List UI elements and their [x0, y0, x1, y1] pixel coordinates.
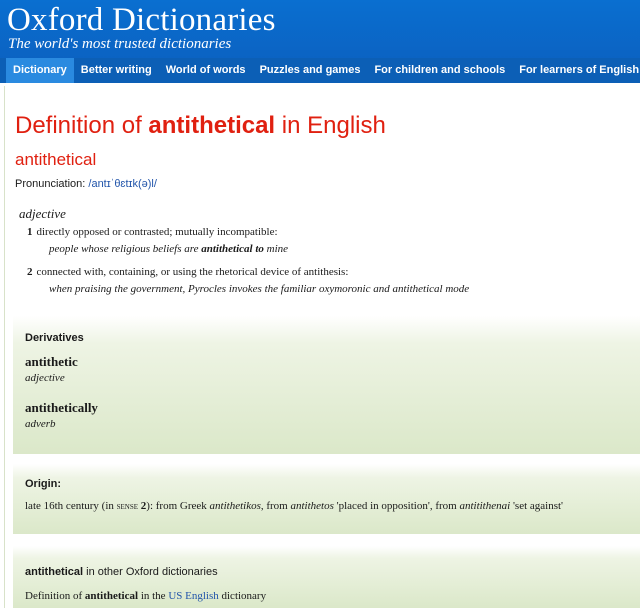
title-prefix: Definition of	[15, 112, 149, 139]
example-text: people whose religious beliefs are	[49, 243, 202, 255]
other-heading-word: antithetical	[25, 566, 84, 578]
origin-term: antitithenai	[459, 500, 511, 512]
sense-definition: directly opposed or contrasted; mutually…	[36, 226, 278, 238]
sense-1: 1 directly opposed or contrasted; mutuall…	[27, 226, 278, 238]
other-line-text: dictionary	[218, 590, 267, 602]
origin-term: antithetikos	[209, 500, 261, 512]
sense-2: 2 connected with, containing, or using th…	[27, 266, 348, 278]
derivative-word: antithetically	[25, 400, 98, 415]
origin-part: 'placed in opposition', from	[333, 500, 460, 512]
pronunciation: Pronunciation: /antɪˈθɛtɪk(ə)l/	[15, 178, 157, 190]
origin-heading: Origin:	[25, 478, 62, 490]
other-heading-rest: in other Oxford dictionaries	[83, 566, 218, 578]
origin-term: antithetos	[290, 500, 334, 512]
sense-2-example: when praising the government, Pyrocles i…	[49, 283, 469, 295]
entry-content: Definition of antithetical in English an…	[4, 86, 640, 608]
nav-puzzles-and-games[interactable]: Puzzles and games	[253, 58, 368, 83]
site-tagline: The world's most trusted dictionaries	[8, 36, 232, 52]
pronunciation-ipa[interactable]: /antɪˈθɛtɪk(ə)l/	[88, 178, 157, 190]
headword: antithetical	[15, 150, 97, 169]
origin-text: late 16th century (in sense 2): from Gre…	[25, 500, 563, 512]
masthead: Oxford Dictionaries The world's most tru…	[0, 0, 640, 58]
example-text: when praising the government, Pyrocles i…	[49, 283, 470, 295]
origin-panel: Origin: late 16th century (in sense 2): …	[13, 464, 640, 534]
derivative-pos: adverb	[25, 418, 56, 430]
origin-part: late 16th century (in	[25, 500, 117, 512]
other-line-text: Definition of	[25, 590, 85, 602]
origin-part: sense	[116, 501, 139, 512]
sense-definition: connected with, containing, or using the…	[36, 266, 349, 278]
example-text: mine	[263, 243, 289, 255]
derivatives-heading: Derivatives	[25, 332, 84, 344]
origin-part: ): from Greek	[146, 500, 210, 512]
derivatives-panel: Derivatives antithetic adjective antithe…	[13, 316, 640, 454]
derivative-pos: adjective	[25, 372, 65, 384]
nav-learners-of-english[interactable]: For learners of English	[512, 58, 640, 83]
nav-better-writing[interactable]: Better writing	[74, 58, 159, 83]
us-english-link[interactable]: US English	[168, 590, 218, 602]
main-nav: Dictionary Better writing World of words…	[0, 58, 640, 83]
nav-world-of-words[interactable]: World of words	[159, 58, 253, 83]
pronunciation-label: Pronunciation:	[15, 178, 89, 190]
derivative-word: antithetic	[25, 354, 78, 369]
other-line-text: in the	[138, 590, 169, 602]
title-word: antithetical	[148, 112, 276, 139]
origin-part: 'set against'	[510, 500, 564, 512]
other-dictionaries-heading: antithetical in other Oxford dictionarie…	[25, 566, 218, 578]
example-keyword: antithetical to	[201, 243, 264, 255]
other-dictionaries-panel: antithetical in other Oxford dictionarie…	[13, 546, 640, 608]
other-dictionary-line: Definition of antithetical in the US Eng…	[25, 590, 266, 602]
page-title: Definition of antithetical in English	[15, 112, 386, 140]
nav-dictionary[interactable]: Dictionary	[6, 58, 74, 83]
origin-part: , from	[260, 500, 291, 512]
sense-1-example: people whose religious beliefs are antit…	[49, 243, 288, 255]
site-logo[interactable]: Oxford Dictionaries	[7, 2, 276, 39]
title-suffix: in English	[275, 112, 386, 139]
part-of-speech: adjective	[19, 206, 66, 221]
other-line-word: antithetical	[84, 590, 139, 602]
sense-number: 2	[27, 266, 33, 278]
nav-children-and-schools[interactable]: For children and schools	[367, 58, 512, 83]
sense-number: 1	[27, 226, 33, 238]
